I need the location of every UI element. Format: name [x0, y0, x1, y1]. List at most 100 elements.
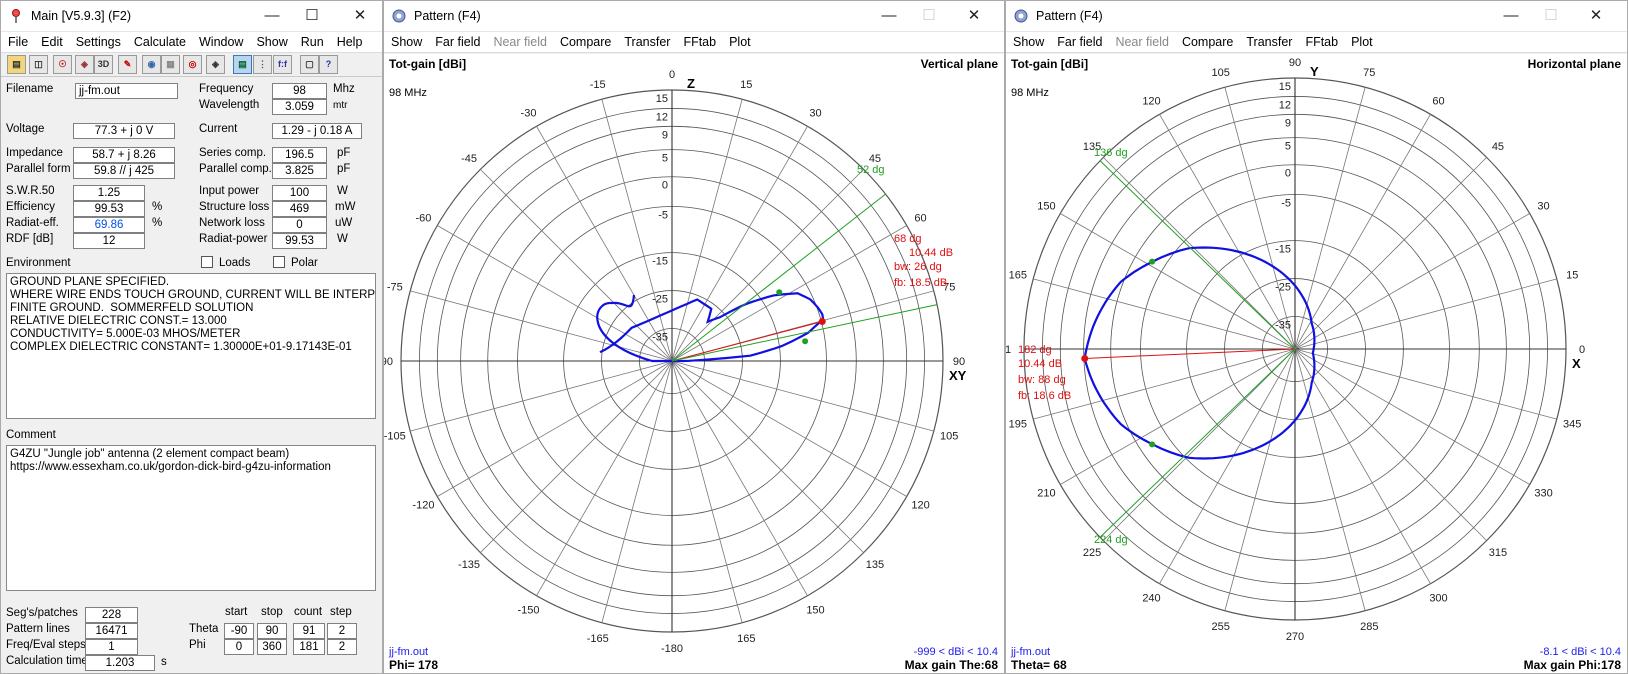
menu-edit[interactable]: Edit	[41, 35, 63, 49]
parallel-comp-field[interactable]: 3.825	[272, 163, 327, 179]
menu-show[interactable]: Show	[391, 35, 422, 49]
theta-start-field[interactable]: -90	[224, 623, 254, 639]
menu-window[interactable]: Window	[199, 35, 243, 49]
menu-compare[interactable]: Compare	[1182, 35, 1233, 49]
menu-settings[interactable]: Settings	[76, 35, 121, 49]
menu-transfer[interactable]: Transfer	[624, 35, 670, 49]
menu-far-field[interactable]: Far field	[435, 35, 480, 49]
menu-show[interactable]: Show	[256, 35, 287, 49]
input-power-label: Input power	[199, 185, 260, 197]
structure-loss-unit: mW	[335, 201, 356, 213]
efficiency-field[interactable]: 99.53	[73, 201, 145, 217]
minimize-button[interactable]: —	[257, 5, 287, 27]
voltage-field[interactable]: 77.3 + j 0 V	[73, 123, 175, 139]
menu-help[interactable]: Help	[337, 35, 363, 49]
close-button[interactable]: ✕	[345, 5, 375, 27]
count-header: count	[294, 606, 323, 618]
menu-plot[interactable]: Plot	[729, 35, 751, 49]
chart-icon[interactable]: ▤	[233, 55, 252, 74]
axis-right-label: X	[1572, 356, 1581, 371]
angle-tick-label: 1	[1006, 344, 1011, 356]
impedance-field[interactable]: 58.7 + j 8.26	[73, 147, 175, 163]
phi-step-field[interactable]: 2	[327, 639, 357, 655]
menu-transfer[interactable]: Transfer	[1246, 35, 1292, 49]
menu-near-field[interactable]: Near field	[1115, 35, 1169, 49]
filename-field[interactable]: jj-fm.out	[75, 83, 178, 99]
menu-plot[interactable]: Plot	[1351, 35, 1373, 49]
frequency-field[interactable]: 98	[272, 83, 327, 99]
swr-field[interactable]: 1.25	[73, 185, 145, 201]
close-button[interactable]: ✕	[1581, 5, 1611, 27]
close-button[interactable]: ✕	[959, 5, 989, 27]
minimize-button[interactable]: —	[874, 5, 904, 27]
main-titlebar[interactable]: Main [V5.9.3] (F2) — ☐ ✕	[1, 1, 382, 32]
pattern-v-titlebar[interactable]: Pattern (F4) — ☐ ✕	[384, 1, 1004, 32]
menu-far-field[interactable]: Far field	[1057, 35, 1102, 49]
phi-count-field[interactable]: 181	[293, 639, 325, 655]
grid-spoke	[1294, 348, 1530, 485]
structure-loss-field[interactable]: 469	[272, 201, 327, 217]
freq-steps-field[interactable]: 1	[85, 639, 138, 655]
polar-checkbox[interactable]	[273, 256, 285, 268]
maximize-button[interactable]: ☐	[914, 5, 944, 27]
segs-field[interactable]: 228	[85, 607, 138, 623]
beamwidth-line	[671, 304, 938, 362]
radiat-eff-field[interactable]: 69.86	[73, 217, 145, 233]
theta-count-field[interactable]: 91	[293, 623, 325, 639]
input-power-field[interactable]: 100	[272, 185, 327, 201]
network-loss-field[interactable]: 0	[272, 217, 327, 233]
target-icon[interactable]: ◎	[183, 55, 202, 74]
edit-icon[interactable]: ✎	[118, 55, 137, 74]
theta-stop-field[interactable]: 90	[257, 623, 287, 639]
grid-spoke	[1060, 348, 1296, 485]
ratio-icon[interactable]: f:f	[273, 55, 292, 74]
menu-compare[interactable]: Compare	[560, 35, 611, 49]
wavelength-field[interactable]: 3.059	[272, 99, 327, 115]
help-icon[interactable]: ?	[319, 55, 338, 74]
pattern-icon[interactable]: ◈	[206, 55, 225, 74]
3d-icon[interactable]: 3D	[94, 55, 113, 74]
angle-tick-label: -45	[461, 153, 477, 165]
environment-memo[interactable]: GROUND PLANE SPECIFIED. WHERE WIRE ENDS …	[6, 273, 376, 419]
current-field[interactable]: 1.29 - j 0.18 A	[272, 123, 362, 139]
angle-tick-label: 105	[1212, 67, 1230, 79]
menu-file[interactable]: File	[8, 35, 28, 49]
ring-tick-label: -25	[1275, 282, 1291, 294]
efficiency-label: Efficiency	[6, 201, 56, 213]
menu-calculate[interactable]: Calculate	[134, 35, 186, 49]
pattern-h-titlebar[interactable]: Pattern (F4) — ☐ ✕	[1006, 1, 1627, 32]
pattern-lines-label: Pattern lines	[6, 623, 70, 635]
menu-run[interactable]: Run	[301, 35, 324, 49]
grid-icon[interactable]: ⋮	[253, 55, 272, 74]
phi-label: Phi	[189, 639, 206, 651]
angle-tick-label: 60	[914, 213, 926, 225]
axis-right-label: XY	[949, 368, 967, 383]
maximize-button[interactable]: ☐	[1536, 5, 1566, 27]
view-icon[interactable]: ◈	[75, 55, 94, 74]
antenna-icon[interactable]: ☉	[53, 55, 72, 74]
menu-fftab[interactable]: FFtab	[683, 35, 716, 49]
theta-step-field[interactable]: 2	[327, 623, 357, 639]
phi-start-field[interactable]: 0	[224, 639, 254, 655]
pattern-lines-field[interactable]: 16471	[85, 623, 138, 639]
nec-icon[interactable]: ▦	[161, 55, 180, 74]
save-icon[interactable]: ◫	[29, 55, 48, 74]
loads-checkbox[interactable]	[201, 256, 213, 268]
radiat-power-unit: W	[337, 233, 348, 245]
menu-show[interactable]: Show	[1013, 35, 1044, 49]
phi-stop-field[interactable]: 360	[257, 639, 287, 655]
book-icon[interactable]: ▢	[300, 55, 319, 74]
radiat-power-field[interactable]: 99.53	[272, 233, 327, 249]
parallel-form-field[interactable]: 59.8 // j 425	[73, 163, 175, 179]
minimize-button[interactable]: —	[1496, 5, 1526, 27]
calc-time-field[interactable]: 1.203	[85, 655, 155, 671]
menu-near-field[interactable]: Near field	[493, 35, 547, 49]
open-icon[interactable]: ▤	[7, 55, 26, 74]
comment-memo[interactable]: G4ZU "Jungle job" antenna (2 element com…	[6, 445, 376, 591]
pattern-vertical-window: Pattern (F4) — ☐ ✕ Show Far field Near fie…	[383, 0, 1005, 674]
rdf-field[interactable]: 12	[73, 233, 145, 249]
menu-fftab[interactable]: FFtab	[1305, 35, 1338, 49]
series-comp-field[interactable]: 196.5	[272, 147, 327, 163]
geometry-icon[interactable]: ◉	[142, 55, 161, 74]
maximize-button[interactable]: ☐	[297, 5, 327, 27]
